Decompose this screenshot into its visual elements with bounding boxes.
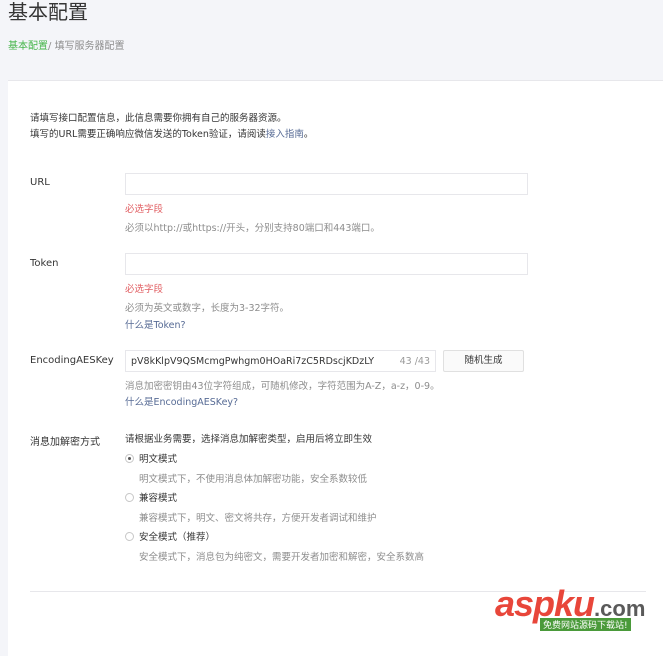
radio-checked-icon (125, 453, 134, 463)
token-input[interactable] (125, 253, 528, 275)
aes-key-input[interactable]: pV8kKlpV9QSMcmgPwhgm0HOaRi7zC5RDscjKDzLY… (125, 350, 436, 372)
radio-compatible-mode-label: 兼容模式 (139, 493, 178, 504)
what-is-aes-key-link[interactable]: 什么是EncodingAESKey? (125, 394, 238, 408)
encrypt-mode-label: 消息加解密方式 (30, 437, 100, 448)
radio-plain-mode-label: 明文模式 (139, 454, 178, 465)
breadcrumb-basic-config-link[interactable]: 基本配置 (8, 41, 48, 52)
intro-line-2-end: 。 (303, 129, 314, 140)
secure-mode-desc: 安全模式下，消息包为纯密文，需要开发者加密和解密，安全系数高 (139, 552, 425, 563)
intro-line-2-text: 填写的URL需要正确响应微信发送的Token验证，请阅读 (30, 129, 266, 140)
radio-secure-mode-label: 安全模式（推荐） (139, 532, 216, 543)
radio-secure-mode[interactable]: 安全模式（推荐） (125, 529, 215, 543)
intro-line-1: 请填写接口配置信息，此信息需要你拥有自己的服务器资源。 (30, 113, 287, 124)
aes-key-char-count: 43 /43 (399, 355, 430, 367)
breadcrumb: 基本配置/ 填写服务器配置 (8, 37, 125, 52)
radio-unchecked-icon (125, 531, 134, 541)
url-label: URL (30, 177, 50, 188)
aes-key-tip: 消息加密密钥由43位字符组成，可随机修改，字符范围为A-Z，a-z，0-9。 (125, 381, 440, 392)
url-required-error: 必选字段 (125, 204, 164, 215)
url-input[interactable] (125, 173, 528, 195)
encrypt-mode-description: 请根据业务需要，选择消息加解密类型，启用后将立即生效 (125, 434, 373, 445)
breadcrumb-current: 填写服务器配置 (54, 41, 125, 52)
intro-text: 请填写接口配置信息，此信息需要你拥有自己的服务器资源。 填写的URL需要正确响应… (30, 111, 313, 143)
what-is-token-link[interactable]: 什么是Token? (125, 317, 186, 331)
radio-plain-mode[interactable]: 明文模式 (125, 451, 177, 465)
intro-line-2: 填写的URL需要正确响应微信发送的Token验证，请阅读接入指南。 (30, 127, 313, 143)
access-guide-link[interactable]: 接入指南 (266, 129, 304, 140)
site-watermark: aspku.com 免费网站源码下载站! (495, 586, 645, 631)
compatible-mode-desc: 兼容模式下，明文、密文将共存，方便开发者调试和维护 (139, 513, 377, 524)
radio-unchecked-icon (125, 492, 134, 502)
random-generate-button[interactable]: 随机生成 (443, 350, 524, 372)
token-tip: 必须为英文或数字，长度为3-32字符。 (125, 303, 290, 314)
aes-key-value: pV8kKlpV9QSMcmgPwhgm0HOaRi7zC5RDscjKDzLY (131, 355, 375, 367)
url-tip: 必须以http://或https://开头，分别支持80端口和443端口。 (125, 223, 380, 234)
aes-key-label: EncodingAESKey (30, 355, 114, 366)
watermark-tagline: 免费网站源码下载站! (540, 618, 631, 631)
config-panel: 请填写接口配置信息，此信息需要你拥有自己的服务器资源。 填写的URL需要正确响应… (8, 80, 663, 656)
page-title: 基本配置 (8, 0, 88, 24)
token-required-error: 必选字段 (125, 284, 164, 295)
token-label: Token (30, 258, 59, 269)
radio-compatible-mode[interactable]: 兼容模式 (125, 490, 177, 504)
plain-mode-desc: 明文模式下，不使用消息体加解密功能，安全系数较低 (139, 474, 368, 485)
